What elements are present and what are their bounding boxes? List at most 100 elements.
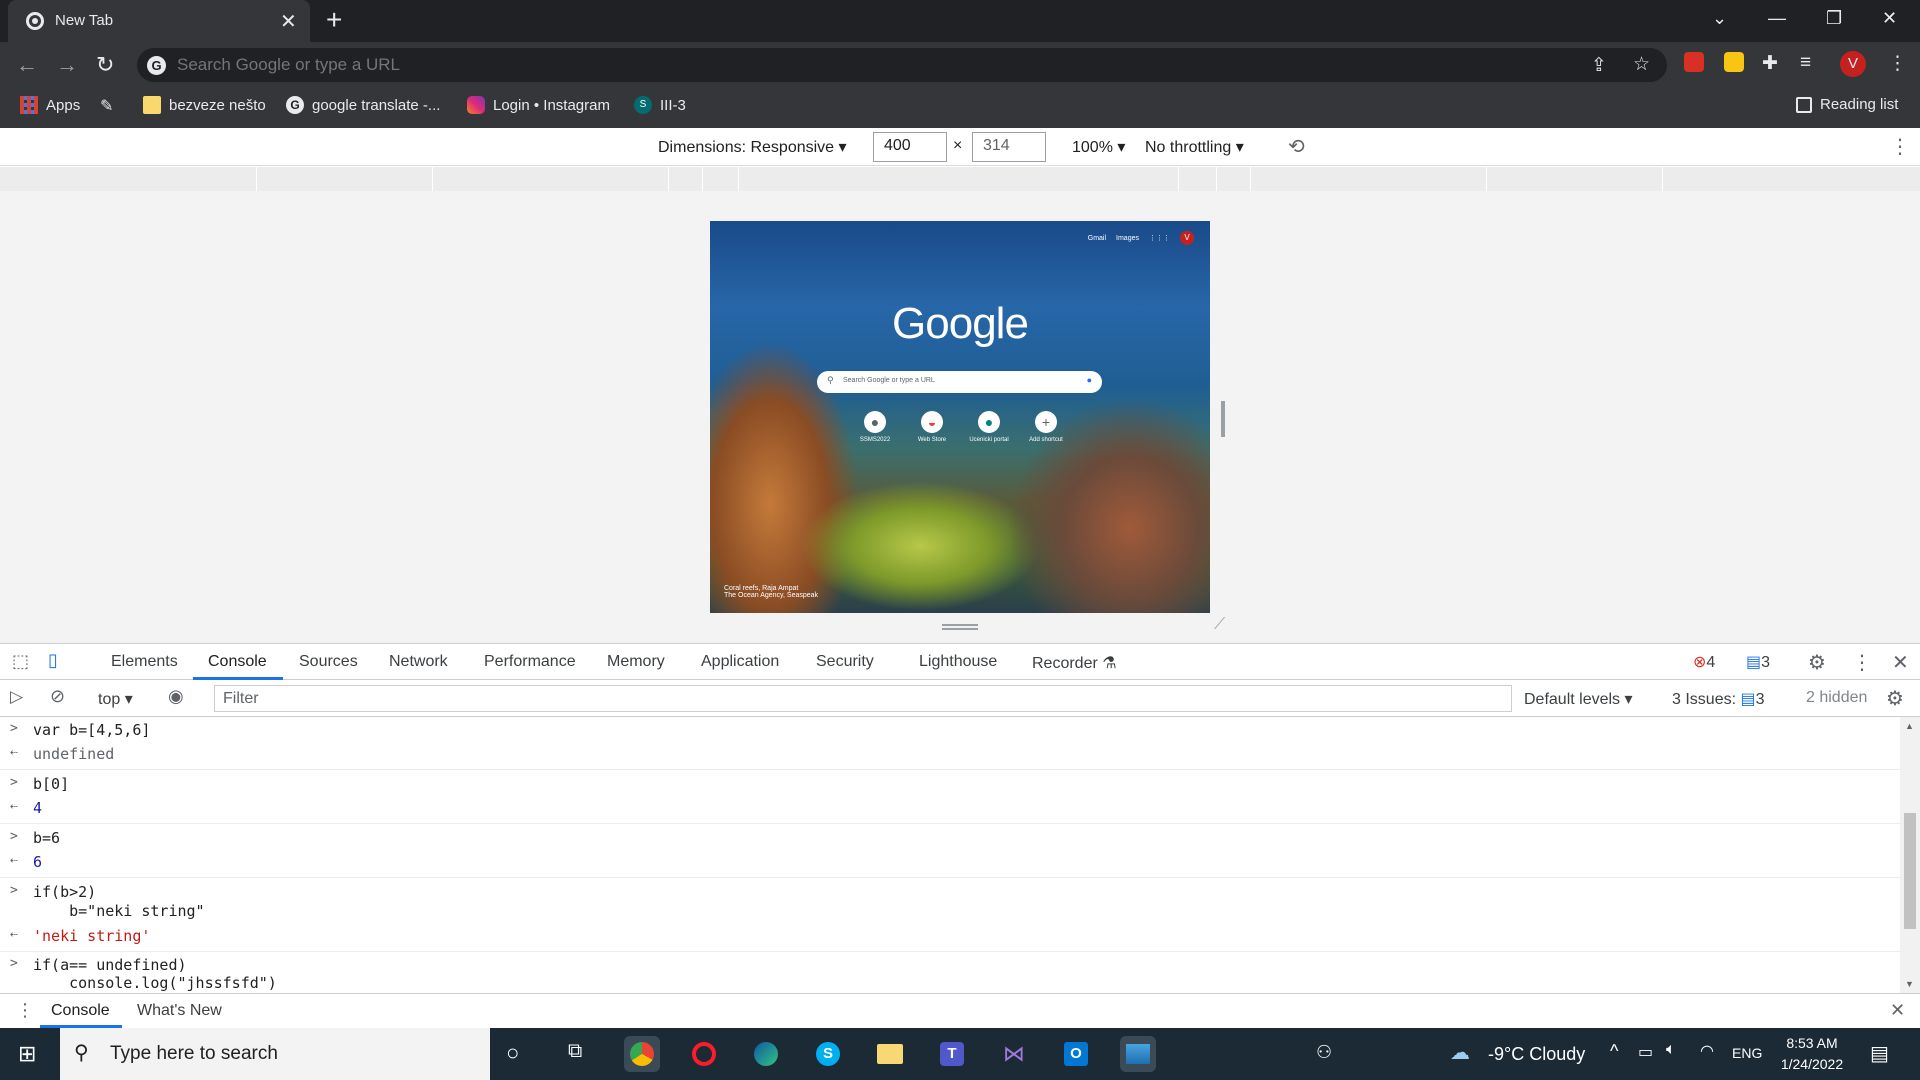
notification-center-icon[interactable]: ▤ [1870, 1041, 1889, 1066]
bookmark-folder[interactable]: bezveze nešto [143, 96, 266, 114]
close-drawer-icon[interactable]: ✕ [1890, 1000, 1905, 1021]
tab-console[interactable]: Console [208, 653, 267, 671]
extension-yellow-icon[interactable] [1724, 52, 1744, 72]
share-icon[interactable]: ⇪ [1591, 54, 1607, 77]
throttling-dropdown[interactable]: No throttling ▾ [1145, 137, 1244, 157]
visual-studio-taskbar-app[interactable]: ⋈ [996, 1036, 1032, 1072]
inspect-element-icon[interactable]: ⬚ [12, 651, 29, 672]
drawer-tab-whats-new[interactable]: What's New [137, 1002, 222, 1020]
chrome-menu-icon[interactable]: ⋮ [1888, 52, 1907, 75]
drawer-menu-icon[interactable]: ⋮ [16, 1000, 34, 1021]
teams-taskbar-app[interactable]: T [934, 1036, 970, 1072]
viewport-avatar[interactable]: V [1180, 231, 1194, 245]
reading-list-button[interactable]: Reading list [1796, 96, 1898, 113]
messages-counter[interactable]: ▤3 [1746, 652, 1770, 672]
emulated-viewport[interactable]: Gmail Images ⋮⋮⋮ V Google ⚲ Search Googl… [710, 221, 1210, 613]
devtools-menu-icon[interactable]: ⋮ [1852, 650, 1872, 675]
images-link[interactable]: Images [1116, 235, 1139, 242]
media-query-bar[interactable] [0, 167, 1920, 191]
clock-date[interactable]: 1/24/2022 [1776, 1056, 1848, 1072]
skype-taskbar-app[interactable]: S [810, 1036, 846, 1072]
bookmark-feather[interactable]: ✎ [100, 96, 118, 115]
tab-performance[interactable]: Performance [484, 653, 576, 671]
chrome-taskbar-app[interactable] [624, 1036, 660, 1072]
shortcut-tile[interactable]: ● Ucenicki portal [964, 411, 1014, 443]
live-expression-eye-icon[interactable]: ◉ [168, 686, 184, 707]
tab-application[interactable]: Application [701, 653, 779, 671]
tab-lighthouse[interactable]: Lighthouse [919, 653, 997, 671]
omnibox[interactable]: G ⇪ ☆ [137, 48, 1667, 82]
battery-icon[interactable]: ▭ [1638, 1042, 1653, 1062]
viewport-search-box[interactable]: ⚲ Search Google or type a URL ● [817, 371, 1102, 393]
profile-avatar[interactable]: V [1840, 51, 1866, 77]
minimize-icon[interactable]: — [1768, 8, 1786, 29]
dimensions-dropdown[interactable]: Dimensions: Responsive ▾ [658, 137, 847, 157]
window-close-icon[interactable]: ✕ [1882, 8, 1897, 29]
restore-icon[interactable]: ❐ [1826, 8, 1842, 29]
width-input[interactable]: 400 [873, 132, 947, 162]
wifi-icon[interactable]: ◠ [1700, 1041, 1714, 1061]
tab-recorder[interactable]: Recorder ⚗ [1032, 653, 1117, 673]
omnibox-input[interactable] [177, 51, 1357, 79]
zoom-dropdown[interactable]: 100% ▾ [1072, 137, 1125, 157]
console-scrollbar[interactable]: ▲ ▼ [1900, 717, 1920, 993]
outlook-taskbar-app[interactable]: O [1058, 1036, 1094, 1072]
tab-search-chevron-icon[interactable]: ⌄ [1712, 8, 1727, 29]
forward-icon[interactable]: → [56, 52, 78, 78]
edge-taskbar-app[interactable] [748, 1036, 784, 1072]
language-indicator[interactable]: ENG [1732, 1045, 1762, 1061]
filter-input[interactable]: Filter [214, 685, 1512, 712]
close-devtools-icon[interactable]: ✕ [1892, 650, 1909, 675]
photos-taskbar-app[interactable] [1120, 1036, 1156, 1072]
sidebar-toggle-icon[interactable]: ▷ [10, 687, 23, 707]
height-input[interactable]: 314 [972, 132, 1046, 162]
clear-console-icon[interactable]: ⊘ [50, 686, 65, 707]
opera-taskbar-app[interactable] [686, 1036, 722, 1072]
close-tab-icon[interactable]: ✕ [280, 9, 297, 34]
reload-icon[interactable]: ↻ [96, 52, 114, 78]
volume-icon[interactable]: 🔈︎ [1666, 1041, 1676, 1059]
people-icon[interactable]: ⚇ [1316, 1042, 1332, 1063]
windows-start-icon[interactable]: ⊞ [18, 1041, 36, 1067]
media-queue-icon[interactable]: ≡ [1800, 52, 1811, 74]
errors-counter[interactable]: ⊗4 [1693, 652, 1715, 672]
log-levels-dropdown[interactable]: Default levels ▾ [1524, 689, 1633, 709]
drawer-tab-console[interactable]: Console [51, 1002, 110, 1020]
tab-elements[interactable]: Elements [111, 653, 178, 671]
bookmark-star-icon[interactable]: ☆ [1633, 53, 1650, 76]
microphone-icon[interactable]: ● [1087, 375, 1092, 385]
extension-red-icon[interactable] [1684, 52, 1704, 72]
add-shortcut-tile[interactable]: + Add shortcut [1021, 411, 1071, 443]
device-toggle-icon[interactable]: ▯ [48, 650, 58, 671]
tab-network[interactable]: Network [389, 653, 448, 671]
weather-text[interactable]: -9°C Cloudy [1488, 1044, 1585, 1065]
browser-tab[interactable]: New Tab ✕ [8, 0, 310, 42]
bookmark-iii-3[interactable]: S III-3 [634, 96, 686, 114]
console-output[interactable]: > var b=[4,5,6] ⇠ undefined > b[0] ⇠ 4 > b=6 … [0, 717, 1900, 993]
right-resize-handle[interactable] [1221, 401, 1225, 437]
bookmark-instagram[interactable]: Login • Instagram [467, 96, 610, 114]
back-icon[interactable]: ← [16, 52, 38, 78]
settings-gear-icon[interactable]: ⚙ [1808, 650, 1826, 675]
extensions-puzzle-icon[interactable]: ✚ [1762, 52, 1778, 75]
issues-button[interactable]: 3 Issues: ▤3 [1672, 689, 1765, 709]
clock-time[interactable]: 8:53 AM [1780, 1035, 1844, 1051]
rotate-icon[interactable]: ⟲ [1288, 134, 1305, 159]
shortcut-tile[interactable]: ● SSMS2022 [850, 411, 900, 443]
shortcut-tile[interactable]: ◒ Web Store [907, 411, 957, 443]
background-credit[interactable]: Coral reefs, Raja Ampat The Ocean Agency… [724, 585, 818, 599]
scroll-thumb[interactable] [1904, 813, 1916, 929]
bottom-resize-handle[interactable] [942, 624, 978, 630]
gmail-link[interactable]: Gmail [1088, 235, 1106, 242]
new-tab-button[interactable]: + [326, 4, 342, 36]
bookmark-apps[interactable]: Apps [20, 96, 80, 114]
context-selector[interactable]: top ▾ [98, 689, 133, 709]
cortana-icon[interactable]: ○ [506, 1040, 519, 1066]
taskbar-search[interactable]: ⚲ Type here to search [60, 1028, 490, 1080]
tray-chevron-up-icon[interactable]: ^ [1610, 1041, 1618, 1062]
tab-memory[interactable]: Memory [607, 653, 665, 671]
scroll-down-icon[interactable]: ▼ [1905, 979, 1914, 989]
explorer-taskbar-app[interactable] [872, 1036, 908, 1072]
apps-grid-icon[interactable]: ⋮⋮⋮ [1149, 234, 1170, 242]
scroll-up-icon[interactable]: ▲ [1905, 721, 1914, 731]
